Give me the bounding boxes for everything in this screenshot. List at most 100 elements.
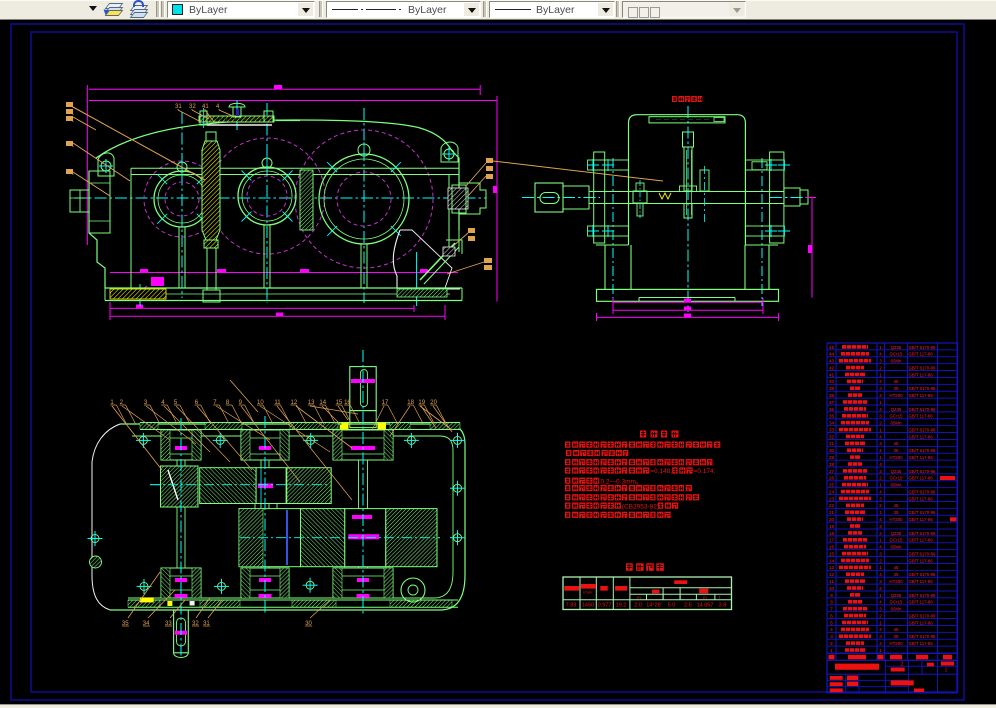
svg-text:GB/T 6170-86: GB/T 6170-86 <box>909 427 937 432</box>
svg-text:24: 24 <box>829 489 835 494</box>
svg-text:0.2—0.3mm。: 0.2—0.3mm。 <box>601 478 643 485</box>
svg-text:14.057: 14.057 <box>697 603 714 609</box>
svg-text:Q235: Q235 <box>891 593 902 598</box>
svg-text:HT200: HT200 <box>889 641 903 646</box>
svg-text:=0.174;: =0.174; <box>694 468 716 475</box>
svg-text:28: 28 <box>829 462 835 467</box>
svg-text:44: 44 <box>829 352 835 357</box>
svg-text:11: 11 <box>829 579 834 584</box>
svg-text:43: 43 <box>829 359 835 364</box>
svg-text:31: 31 <box>829 441 835 446</box>
svg-text:30: 30 <box>829 448 835 453</box>
svg-text:32: 32 <box>829 434 835 439</box>
svg-text:12: 12 <box>829 572 835 577</box>
svg-text:GB/T 6170-86: GB/T 6170-86 <box>909 365 937 370</box>
svg-text:65Mn: 65Mn <box>891 359 903 364</box>
svg-text:45: 45 <box>894 627 899 632</box>
svg-text:GB/T 117-86: GB/T 117-86 <box>909 434 934 439</box>
svg-text:7.83: 7.83 <box>566 603 577 609</box>
svg-text:65Mn: 65Mn <box>891 545 903 550</box>
svg-text:0.977: 0.977 <box>598 603 612 609</box>
svg-text:GB/T 117-86: GB/T 117-86 <box>909 538 934 543</box>
svg-text:GB/T 117-86: GB/T 117-86 <box>909 579 934 584</box>
svg-text:GB/T 6170-86: GB/T 6170-86 <box>909 613 937 618</box>
svg-text:42: 42 <box>829 365 835 370</box>
svg-text:35: 35 <box>894 448 899 453</box>
svg-text:34: 34 <box>829 421 835 426</box>
svg-text:35: 35 <box>894 386 899 391</box>
svg-text:35: 35 <box>894 510 899 515</box>
svg-text:1: 1 <box>945 668 948 674</box>
svg-text:GB/T 117-86: GB/T 117-86 <box>909 641 934 646</box>
svg-text:45: 45 <box>894 441 899 446</box>
svg-text:GCr15: GCr15 <box>890 414 903 419</box>
svg-text:21: 21 <box>829 510 835 515</box>
svg-text:Q235: Q235 <box>891 469 902 474</box>
svg-text:36: 36 <box>829 407 835 412</box>
svg-text:HT200: HT200 <box>889 393 903 398</box>
svg-text:GB/T 117-86: GB/T 117-86 <box>909 372 934 377</box>
svg-text:10: 10 <box>829 586 835 591</box>
svg-text:45: 45 <box>829 345 835 350</box>
svg-text:GB/T 117-86: GB/T 117-86 <box>909 558 934 563</box>
svg-text:33: 33 <box>829 427 835 432</box>
svg-text:15: 15 <box>829 551 835 556</box>
svg-text:18: 18 <box>829 531 835 536</box>
svg-text:Q235: Q235 <box>891 345 902 350</box>
svg-text:22: 22 <box>829 503 835 508</box>
svg-text:19.2: 19.2 <box>616 603 627 609</box>
svg-text:35: 35 <box>894 572 899 577</box>
svg-text:GB/T 6170-86: GB/T 6170-86 <box>909 407 937 412</box>
svg-text:35: 35 <box>894 634 899 639</box>
svg-text:Q235: Q235 <box>891 407 902 412</box>
svg-text:GB/T 117-86: GB/T 117-86 <box>909 517 934 522</box>
svg-text:16: 16 <box>829 545 835 550</box>
svg-text:26: 26 <box>829 476 835 481</box>
svg-text:GB/T 6170-86: GB/T 6170-86 <box>909 531 937 536</box>
svg-text:HT200: HT200 <box>889 455 903 460</box>
svg-text:35: 35 <box>829 414 835 419</box>
svg-text:65Mn: 65Mn <box>891 483 903 488</box>
svg-text:45: 45 <box>894 565 899 570</box>
svg-text:37: 37 <box>829 400 835 405</box>
svg-text:41: 41 <box>829 372 835 377</box>
svg-text:GB/T 6170-86: GB/T 6170-86 <box>909 345 937 350</box>
svg-text:GB/T 117-86: GB/T 117-86 <box>909 620 934 625</box>
svg-text:27: 27 <box>829 469 835 474</box>
svg-text:13: 13 <box>829 565 835 570</box>
svg-text:14: 14 <box>829 558 835 563</box>
svg-text:GB/T 6170-86: GB/T 6170-86 <box>909 386 937 391</box>
svg-text:GB/T 117-86: GB/T 117-86 <box>909 600 934 605</box>
svg-text:GB/T 6170-86: GB/T 6170-86 <box>909 572 937 577</box>
svg-text:HT200: HT200 <box>889 517 903 522</box>
svg-text:GB/T 117-86: GB/T 117-86 <box>909 393 934 398</box>
svg-text:25: 25 <box>829 483 835 488</box>
svg-text:GB/T 6170-86: GB/T 6170-86 <box>909 489 937 494</box>
svg-text:GB/T 6170-86: GB/T 6170-86 <box>909 448 937 453</box>
svg-text:31: 31 <box>175 104 182 110</box>
svg-text:GB/T 6170-86: GB/T 6170-86 <box>909 551 937 556</box>
svg-text:HT200: HT200 <box>889 579 903 584</box>
svg-text:38: 38 <box>829 393 835 398</box>
svg-text:GCr15: GCr15 <box>890 600 903 605</box>
svg-text:2.0: 2.0 <box>634 603 642 609</box>
svg-text:GB/T 117-86: GB/T 117-86 <box>909 496 934 501</box>
svg-text:m: m <box>637 595 641 600</box>
svg-text:23: 23 <box>829 496 835 501</box>
svg-text:GCr15: GCr15 <box>890 352 903 357</box>
svg-text:39: 39 <box>829 386 835 391</box>
svg-text:17: 17 <box>829 538 835 543</box>
svg-text:29: 29 <box>829 455 835 460</box>
svg-text:3.8: 3.8 <box>719 603 727 609</box>
svg-text:32: 32 <box>189 104 196 110</box>
svg-text:Q235: Q235 <box>891 531 902 536</box>
svg-text:45: 45 <box>894 379 899 384</box>
svg-text:GB/T 6170-86: GB/T 6170-86 <box>909 634 937 639</box>
svg-text:GB/T 6170-86: GB/T 6170-86 <box>909 510 937 515</box>
svg-text:GB/T 117-86: GB/T 117-86 <box>909 352 934 357</box>
svg-text:14°28': 14°28' <box>646 603 662 609</box>
svg-text:GB/T 6170-86: GB/T 6170-86 <box>909 593 937 598</box>
svg-text:GB/T 117-86: GB/T 117-86 <box>909 414 934 419</box>
svg-text:41: 41 <box>202 104 209 110</box>
svg-text:GCr15: GCr15 <box>890 538 903 543</box>
